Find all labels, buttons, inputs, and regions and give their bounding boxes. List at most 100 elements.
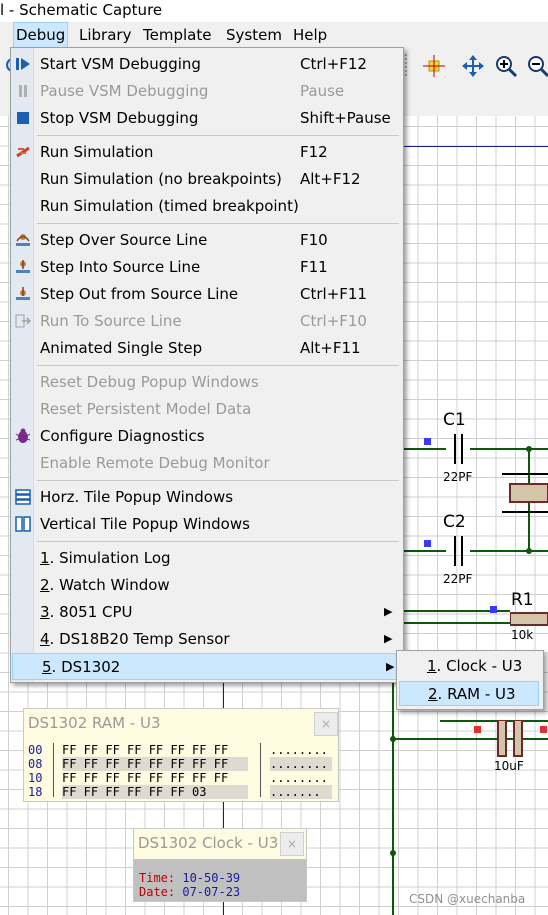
capacitor-c2[interactable] <box>446 536 470 566</box>
menu-separator <box>37 135 399 136</box>
menu-library[interactable]: Library <box>79 26 131 44</box>
capacitor-c3[interactable] <box>496 720 526 758</box>
menu-item-step-over-source-line[interactable]: Step Over Source Line F10 <box>11 227 403 254</box>
menu-item-run-simulation-no-breakpoints[interactable]: Run Simulation (no breakpoints) Alt+F12 <box>11 166 403 193</box>
menu-item-label: Run Simulation (timed breakpoint) <box>40 197 299 215</box>
divider <box>260 743 261 797</box>
zoom-out-icon[interactable] <box>524 52 548 80</box>
accelerator-key: 4 <box>40 630 50 648</box>
menu-item-label: Step Into Source Line <box>40 258 201 276</box>
ram-bytes: FF FF FF FF FF FF FF FF <box>62 743 229 757</box>
menu-separator <box>37 223 399 224</box>
sheet-border-line <box>400 146 548 147</box>
menu-item-label: Reset Persistent Model Data <box>40 400 252 418</box>
resistor-r1[interactable] <box>510 610 548 630</box>
clock-popup[interactable]: DS1302 Clock - U3 × Time: 10-50-39 Date:… <box>133 828 307 902</box>
menu-item-vertical-tile-popup-windows[interactable]: Vertical Tile Popup Windows <box>11 511 403 538</box>
menu-item-label: 2. Watch Window <box>40 576 170 594</box>
menu-item-step-out-from-source-line[interactable]: Step Out from Source Line Ctrl+F11 <box>11 281 403 308</box>
run-icon <box>15 144 31 160</box>
menu-item-label: Animated Single Step <box>40 339 203 357</box>
accelerator-key: 2 <box>428 685 438 703</box>
submenu-item-clock-u3[interactable]: 1. Clock - U3 <box>399 654 539 679</box>
menu-item-label: Step Over Source Line <box>40 231 208 249</box>
zoom-in-icon[interactable] <box>492 52 520 80</box>
junction-dot <box>526 548 532 554</box>
menu-item-shortcut: Ctrl+F10 <box>300 312 367 330</box>
ram-ascii: ........ <box>270 757 332 771</box>
ds1302-submenu: 1. Clock - U3 2. RAM - U3 <box>396 650 544 710</box>
menu-item-label: 5. DS1302 <box>42 658 120 676</box>
menu-item-ds18b20-temp-sensor[interactable]: 4. DS18B20 Temp Sensor ▶ <box>11 626 403 653</box>
menu-item-watch-window[interactable]: 2. Watch Window <box>11 572 403 599</box>
menu-item-run-to-source-line: Run To Source Line Ctrl+F10 <box>11 308 403 335</box>
wire <box>470 550 548 552</box>
menu-bar: Debug Library Template System Help <box>0 22 548 48</box>
menu-item-run-simulation[interactable]: Run Simulation F12 <box>11 139 403 166</box>
wire <box>400 550 446 552</box>
capacitor-c1[interactable] <box>446 434 470 464</box>
menu-item-shortcut: F12 <box>300 143 328 161</box>
close-icon[interactable]: × <box>314 712 338 736</box>
menu-item-text: . DS18B20 Temp Sensor <box>49 630 230 648</box>
pan-icon[interactable] <box>459 52 487 80</box>
ram-addr: 08 <box>28 757 43 771</box>
menu-item-label: Run Simulation <box>40 143 154 161</box>
origin-icon[interactable] <box>420 52 448 80</box>
menu-item-shortcut: F10 <box>300 231 328 249</box>
menu-item-text: . 8051 CPU <box>49 603 133 621</box>
menu-item-pause-vsm-debugging: Pause VSM Debugging Pause <box>11 78 403 105</box>
r1-label: R1 <box>511 590 534 610</box>
ram-addr: 00 <box>28 743 43 757</box>
ram-bytes: FF FF FF FF FF FF FF FF <box>62 771 229 785</box>
menu-item-configure-diagnostics[interactable]: Configure Diagnostics <box>11 423 403 450</box>
menu-item-step-into-source-line[interactable]: Step Into Source Line F11 <box>11 254 403 281</box>
menu-debug[interactable]: Debug <box>13 22 69 48</box>
ram-popup[interactable]: DS1302 RAM - U3 × 00 08 10 18 FF FF FF F… <box>23 708 339 802</box>
date-value: 07-07-23 <box>182 885 241 899</box>
menu-item-label: Step Out from Source Line <box>40 285 239 303</box>
menu-item-shortcut: Shift+Pause <box>300 109 391 127</box>
close-icon[interactable]: × <box>280 832 304 856</box>
menu-help[interactable]: Help <box>293 26 327 44</box>
pin-marker <box>474 726 481 733</box>
pin-marker <box>540 726 547 733</box>
menu-item-label: Reset Debug Popup Windows <box>40 373 259 391</box>
menu-item-ds1302[interactable]: 5. DS1302 ▶ <box>12 653 402 680</box>
menu-template[interactable]: Template <box>143 26 211 44</box>
c3-value: 10uF <box>494 759 524 773</box>
menu-item-label: Run To Source Line <box>40 312 182 330</box>
accelerator-key: 3 <box>40 603 50 621</box>
menu-item-label: Enable Remote Debug Monitor <box>40 454 270 472</box>
menu-item-start-vsm-debugging[interactable]: Start VSM Debugging Ctrl+F12 <box>11 51 403 78</box>
menu-system[interactable]: System <box>226 26 282 44</box>
menu-separator <box>37 480 399 481</box>
accelerator-key: 5 <box>42 658 52 676</box>
menu-item-run-simulation-timed-breakpoint[interactable]: Run Simulation (timed breakpoint) <box>11 193 403 220</box>
menu-item-8051-cpu[interactable]: 3. 8051 CPU ▶ <box>11 599 403 626</box>
menu-separator <box>37 365 399 366</box>
crystal[interactable] <box>502 466 548 520</box>
play-step-icon <box>15 56 31 72</box>
clock-popup-title: DS1302 Clock - U3 <box>138 834 279 852</box>
stop-icon <box>15 110 31 126</box>
menu-item-simulation-log[interactable]: 1. Simulation Log <box>11 545 403 572</box>
menu-item-shortcut: Pause <box>300 82 345 100</box>
submenu-arrow-icon: ▶ <box>384 605 393 618</box>
submenu-item-ram-u3[interactable]: 2. RAM - U3 <box>399 681 539 706</box>
menu-item-shortcut: Ctrl+F11 <box>300 285 367 303</box>
menu-item-animated-single-step[interactable]: Animated Single Step Alt+F11 <box>11 335 403 362</box>
menu-item-label: Stop VSM Debugging <box>40 109 199 127</box>
wire <box>440 720 548 722</box>
submenu-arrow-icon: ▶ <box>384 632 393 645</box>
junction-dot <box>526 446 532 452</box>
title-bar: l - Schematic Capture <box>0 0 548 22</box>
submenu-arrow-icon: ▶ <box>386 660 395 673</box>
menu-item-stop-vsm-debugging[interactable]: Stop VSM Debugging Shift+Pause <box>11 105 403 132</box>
wire <box>470 448 548 450</box>
menu-item-shortcut: Alt+F11 <box>300 339 361 357</box>
menu-item-shortcut: Ctrl+F12 <box>300 55 367 73</box>
menu-separator <box>37 541 399 542</box>
step-over-icon <box>15 232 31 248</box>
menu-item-horz-tile-popup-windows[interactable]: Horz. Tile Popup Windows <box>11 484 403 511</box>
